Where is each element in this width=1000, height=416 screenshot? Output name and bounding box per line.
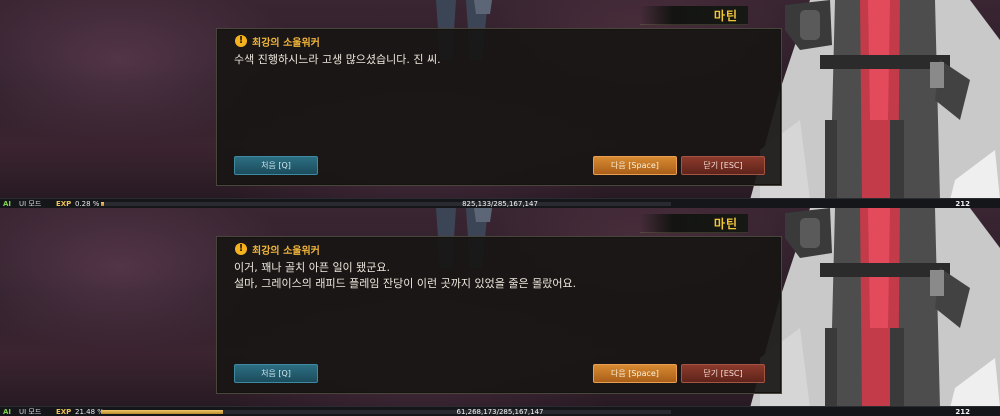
dialog-title: 최강의 소울워커 xyxy=(252,37,320,49)
next-button[interactable]: 다음 [Space] xyxy=(593,364,677,383)
close-button[interactable]: 닫기 [ESC] xyxy=(681,156,765,175)
first-button[interactable]: 처음 [Q] xyxy=(234,364,318,383)
exp-values: 825,133/285,167,147 xyxy=(462,200,538,208)
status-bar: AI UI 모드 EXP 0.28 % 825,133/285,167,147 … xyxy=(0,198,1000,208)
dialog-screen-2: 마틴 ! 최강의 소울워커 이거, 꽤나 골치 아픈 일이 됐군요. 설마, 그… xyxy=(0,208,1000,416)
npc-name: 마틴 xyxy=(713,217,738,231)
dialog-title-row: ! 최강의 소울워커 xyxy=(235,242,320,257)
dialog-title-row: ! 최강의 소울워커 xyxy=(235,34,320,49)
dialog-text: 수색 진행하시느라 고생 많으셨습니다. 진 씨. xyxy=(234,53,441,66)
close-button[interactable]: 닫기 [ESC] xyxy=(681,364,765,383)
status-bar: AI UI 모드 EXP 21.48 % 61,268,173/285,167,… xyxy=(0,406,1000,416)
npc-name: 마틴 xyxy=(713,9,738,23)
first-button[interactable]: 처음 [Q] xyxy=(234,156,318,175)
dialog-box: ! 최강의 소울워커 수색 진행하시느라 고생 많으셨습니다. 진 씨. 처음 … xyxy=(216,28,782,186)
dialog-title: 최강의 소울워커 xyxy=(252,245,320,257)
player-level: 212 xyxy=(955,200,970,208)
player-level: 212 xyxy=(955,408,970,416)
exclamation-icon: ! xyxy=(235,243,247,255)
exp-values: 61,268,173/285,167,147 xyxy=(456,408,544,416)
dialog-text: 이거, 꽤나 골치 아픈 일이 됐군요. 설마, 그레이스의 래피드 플레임 잔… xyxy=(234,261,577,290)
npc-nameplate: 마틴 xyxy=(640,6,748,25)
npc-nameplate: 마틴 xyxy=(640,214,748,233)
dialog-box: ! 최강의 소울워커 이거, 꽤나 골치 아픈 일이 됐군요. 설마, 그레이스… xyxy=(216,236,782,394)
next-button[interactable]: 다음 [Space] xyxy=(593,156,677,175)
dialog-screen-1: 마틴 ! 최강의 소울워커 수색 진행하시느라 고생 많으셨습니다. 진 씨. … xyxy=(0,0,1000,208)
exclamation-icon: ! xyxy=(235,35,247,47)
